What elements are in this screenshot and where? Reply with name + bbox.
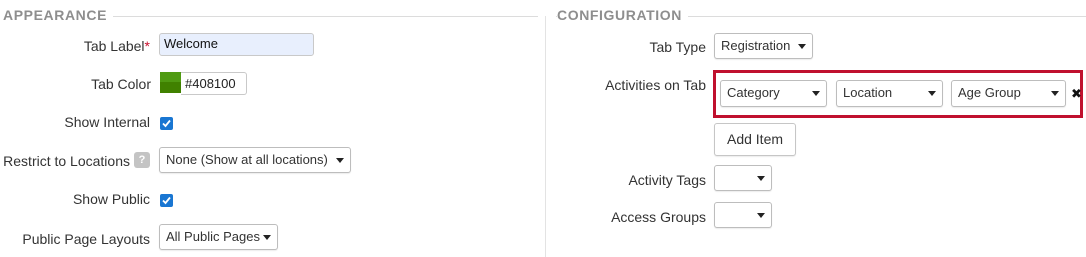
show-public-label: Show Public — [72, 191, 150, 207]
public-layouts-select[interactable]: All Public Pages — [159, 224, 278, 250]
activity-location-value: Location — [843, 85, 893, 100]
tab-label-text: Tab Label — [83, 38, 145, 54]
restrict-locations-value: None (Show at all locations) — [166, 152, 328, 167]
chevron-down-icon — [798, 44, 806, 49]
chevron-down-icon — [757, 176, 765, 181]
tab-label-label: Tab Label* — [84, 37, 150, 55]
show-internal-label: Show Internal — [64, 114, 150, 130]
column-separator — [545, 16, 546, 257]
activity-tags-label: Activity Tags — [628, 172, 706, 188]
activity-location-select[interactable]: Location — [836, 80, 943, 107]
help-icon[interactable]: ? — [134, 152, 150, 168]
activity-age-group-value: Age Group — [958, 85, 1021, 100]
configuration-section-title: CONFIGURATION — [557, 6, 688, 24]
chevron-down-icon — [1051, 91, 1059, 96]
access-groups-label: Access Groups — [611, 209, 706, 225]
checkmark-icon — [162, 119, 171, 128]
required-marker: * — [144, 38, 150, 54]
remove-row-icon[interactable]: ✖ — [1071, 87, 1082, 101]
restrict-locations-label: Restrict to Locations — [3, 153, 130, 169]
chevron-down-icon — [928, 91, 936, 96]
activity-category-select[interactable]: Category — [720, 80, 827, 107]
add-item-button[interactable]: Add Item — [714, 123, 796, 156]
show-public-checkbox[interactable] — [160, 194, 173, 207]
public-layouts-value: All Public Pages — [166, 229, 260, 244]
swatch-highlight — [160, 72, 181, 82]
tab-color-swatch[interactable] — [160, 72, 181, 93]
chevron-down-icon — [757, 213, 765, 218]
activity-category-value: Category — [727, 85, 780, 100]
public-layouts-label: Public Page Layouts — [22, 231, 150, 247]
activity-tags-select[interactable] — [714, 165, 772, 191]
show-internal-checkbox[interactable] — [160, 117, 173, 130]
activities-on-tab-label: Activities on Tab — [605, 77, 706, 93]
activity-age-group-select[interactable]: Age Group — [951, 80, 1066, 107]
chevron-down-icon — [336, 158, 344, 163]
tab-type-select[interactable]: Registration — [714, 33, 813, 59]
restrict-locations-select[interactable]: None (Show at all locations) — [159, 147, 351, 173]
checkmark-icon — [162, 196, 171, 205]
tab-color-input[interactable]: #408100 — [181, 72, 247, 95]
tab-type-value: Registration — [721, 38, 791, 53]
tab-label-input[interactable]: Welcome — [159, 33, 314, 56]
chevron-down-icon — [263, 235, 271, 240]
chevron-down-icon — [812, 91, 820, 96]
access-groups-select[interactable] — [714, 202, 772, 228]
appearance-section-title: APPEARANCE — [3, 6, 114, 24]
tab-color-label: Tab Color — [91, 76, 151, 92]
tab-type-label: Tab Type — [649, 39, 706, 55]
